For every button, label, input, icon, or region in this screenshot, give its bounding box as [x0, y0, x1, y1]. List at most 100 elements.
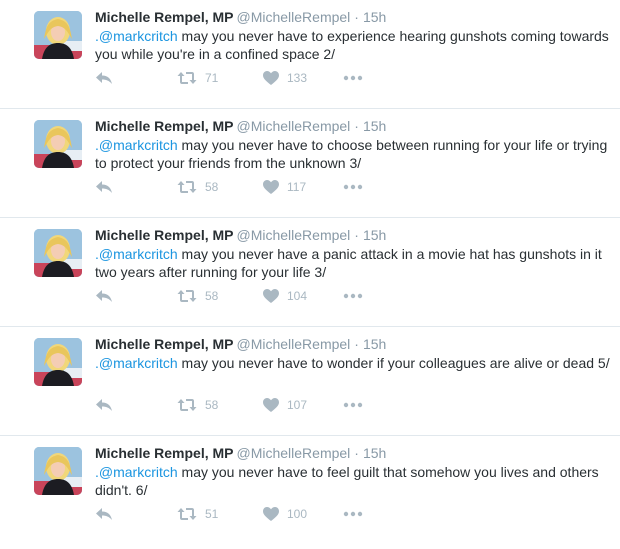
separator: · [354, 9, 359, 25]
tweet-header: Michelle Rempel, MP @MichelleRempel · 15h [95, 445, 386, 461]
mention-link[interactable]: .@markcritch [95, 355, 178, 371]
fullname[interactable]: Michelle Rempel, MP [95, 445, 233, 461]
heart-icon [263, 180, 279, 194]
more-icon [343, 402, 363, 408]
timestamp[interactable]: 15h [363, 227, 386, 243]
tweet: Michelle Rempel, MP @MichelleRempel · 15h .… [0, 327, 620, 436]
more-button[interactable] [343, 68, 363, 88]
retweet-icon [177, 181, 197, 193]
avatar[interactable] [34, 447, 82, 495]
heart-icon [263, 71, 279, 85]
reply-button[interactable] [95, 395, 113, 415]
more-icon [343, 75, 363, 81]
timestamp[interactable]: 15h [363, 336, 386, 352]
reply-icon [96, 399, 112, 411]
tweet-text: .@markcritch may you never have to feel … [95, 463, 617, 499]
reply-button[interactable] [95, 68, 113, 88]
retweet-icon [177, 290, 197, 302]
fullname[interactable]: Michelle Rempel, MP [95, 118, 233, 134]
separator: · [354, 227, 359, 243]
retweet-icon [177, 72, 197, 84]
tweet: Michelle Rempel, MP @MichelleRempel · 15h .… [0, 218, 620, 327]
more-icon [343, 293, 363, 299]
reply-icon [96, 72, 112, 84]
screen-name[interactable]: @MichelleRempel [236, 445, 350, 461]
tweet-header: Michelle Rempel, MP @MichelleRempel · 15h [95, 227, 386, 243]
screen-name[interactable]: @MichelleRempel [236, 336, 350, 352]
like-count: 117 [287, 180, 307, 194]
retweet-count: 58 [205, 180, 219, 194]
like-button[interactable]: 107 [263, 395, 307, 415]
reply-icon [96, 508, 112, 520]
tweet-text: .@markcritch may you never have to wonde… [95, 354, 617, 372]
retweet-icon [177, 399, 197, 411]
mention-link[interactable]: .@markcritch [95, 28, 178, 44]
fullname[interactable]: Michelle Rempel, MP [95, 227, 233, 243]
retweet-count: 71 [205, 71, 219, 85]
tweet-header: Michelle Rempel, MP @MichelleRempel · 15h [95, 9, 386, 25]
reply-button[interactable] [95, 504, 113, 524]
like-button[interactable]: 133 [263, 68, 307, 88]
mention-link[interactable]: .@markcritch [95, 246, 178, 262]
reply-button[interactable] [95, 286, 113, 306]
timestamp[interactable]: 15h [363, 118, 386, 134]
tweet-header: Michelle Rempel, MP @MichelleRempel · 15h [95, 336, 386, 352]
tweet-actions: 58 107 [95, 395, 415, 415]
reply-icon [96, 290, 112, 302]
like-count: 104 [287, 289, 308, 303]
screen-name[interactable]: @MichelleRempel [236, 118, 350, 134]
tweet-actions: 58 104 [95, 286, 415, 306]
tweet-actions: 58 117 [95, 177, 415, 197]
mention-link[interactable]: .@markcritch [95, 137, 178, 153]
mention-link[interactable]: .@markcritch [95, 464, 178, 480]
more-icon [343, 511, 363, 517]
retweet-count: 51 [205, 507, 219, 521]
more-button[interactable] [343, 504, 363, 524]
like-button[interactable]: 117 [263, 177, 306, 197]
like-count: 107 [287, 398, 308, 412]
retweet-button[interactable]: 58 [177, 177, 218, 197]
tweet: Michelle Rempel, MP @MichelleRempel · 15h .… [0, 0, 620, 109]
tweet: Michelle Rempel, MP @MichelleRempel · 15h .… [0, 109, 620, 218]
tweet-text: .@markcritch may you never have to choos… [95, 136, 617, 172]
more-button[interactable] [343, 286, 363, 306]
like-button[interactable]: 104 [263, 286, 307, 306]
more-button[interactable] [343, 395, 363, 415]
heart-icon [263, 507, 279, 521]
retweet-button[interactable]: 58 [177, 286, 218, 306]
like-count: 100 [287, 507, 308, 521]
heart-icon [263, 398, 279, 412]
separator: · [354, 445, 359, 461]
retweet-button[interactable]: 58 [177, 395, 218, 415]
tweet-text: .@markcritch may you never have to exper… [95, 27, 617, 63]
more-button[interactable] [343, 177, 363, 197]
fullname[interactable]: Michelle Rempel, MP [95, 9, 233, 25]
timestamp[interactable]: 15h [363, 445, 386, 461]
avatar[interactable] [34, 229, 82, 277]
tweet-feed: Michelle Rempel, MP @MichelleRempel · 15h .… [0, 0, 620, 549]
like-count: 133 [287, 71, 308, 85]
retweet-icon [177, 508, 197, 520]
timestamp[interactable]: 15h [363, 9, 386, 25]
retweet-button[interactable]: 71 [177, 68, 218, 88]
avatar[interactable] [34, 11, 82, 59]
tweet: Michelle Rempel, MP @MichelleRempel · 15h .… [0, 436, 620, 545]
reply-icon [96, 181, 112, 193]
tweet-header: Michelle Rempel, MP @MichelleRempel · 15h [95, 118, 386, 134]
avatar[interactable] [34, 120, 82, 168]
retweet-button[interactable]: 51 [177, 504, 218, 524]
tweet-body: may you never have to wonder if your col… [177, 355, 610, 371]
like-button[interactable]: 100 [263, 504, 307, 524]
screen-name[interactable]: @MichelleRempel [236, 9, 350, 25]
retweet-count: 58 [205, 289, 219, 303]
separator: · [354, 118, 359, 134]
reply-button[interactable] [95, 177, 113, 197]
separator: · [354, 336, 359, 352]
retweet-count: 58 [205, 398, 219, 412]
tweet-actions: 51 100 [95, 504, 415, 524]
avatar[interactable] [34, 338, 82, 386]
fullname[interactable]: Michelle Rempel, MP [95, 336, 233, 352]
more-icon [343, 184, 363, 190]
screen-name[interactable]: @MichelleRempel [236, 227, 350, 243]
tweet-text: .@markcritch may you never have a panic … [95, 245, 617, 281]
